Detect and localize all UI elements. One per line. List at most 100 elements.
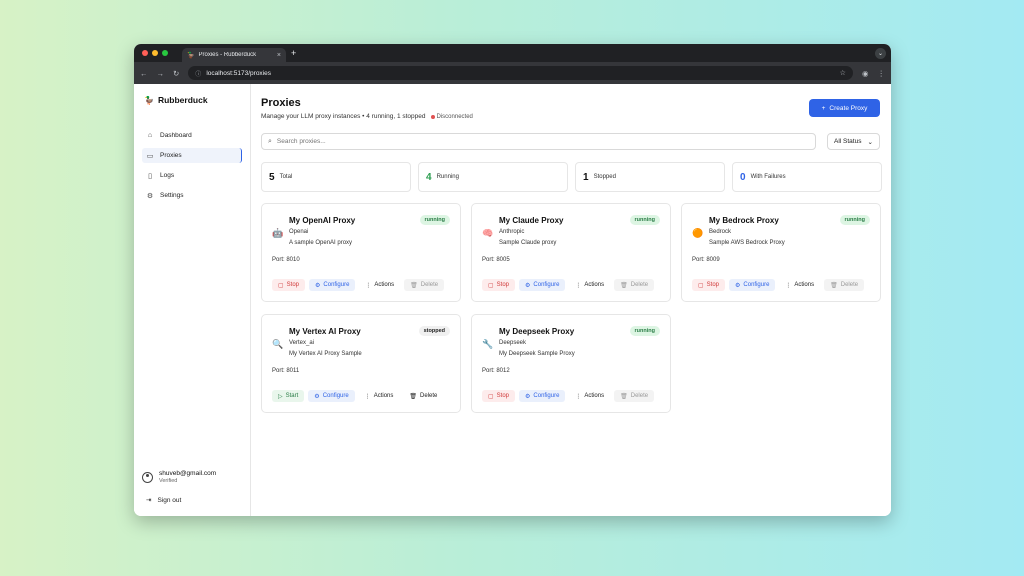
create-proxy-button[interactable]: + Create Proxy [809,99,880,117]
sidebar-menu: ⌂ Dashboard ▭ Proxies ▯ Logs ⚙ Settings [134,128,250,203]
kebab-icon: ⋮ [365,282,372,289]
window-controls [142,50,168,56]
status-filter-select[interactable]: All Status ⌄ [827,133,880,150]
reload-icon[interactable]: ↻ [173,69,179,78]
site-info-icon[interactable]: ⓘ [195,69,201,78]
configure-button[interactable]: ⚙ Configure [729,279,776,291]
delete-label: Delete [840,282,859,288]
subtitle-text: Manage your LLM proxy instances • 4 runn… [261,113,426,120]
kebab-icon: ⋮ [575,393,582,400]
back-arrow-icon[interactable]: ← [140,69,148,78]
bookmark-star-icon[interactable]: ☆ [840,69,846,77]
close-tab-icon[interactable]: × [277,52,281,59]
stop-icon: ▢ [698,282,704,289]
proxy-description: A sample OpenAI proxy [289,240,353,246]
stop-icon: ▢ [488,393,494,400]
stop-label: Stop [706,282,720,288]
start-button[interactable]: ▷ Start [272,390,305,402]
main-content: Proxies Manage your LLM proxy instances … [251,84,891,516]
actions-label: Actions [584,282,605,288]
user-email: shuveb@gmail.com [159,470,217,477]
actions-button[interactable]: ⋮ Actions [359,279,400,291]
maximize-window-button[interactable] [162,50,168,56]
minimize-window-button[interactable] [152,50,158,56]
gear-icon: ⚙ [314,393,320,400]
delete-button[interactable]: 🗑 Delete [404,279,445,291]
gear-icon: ⚙ [315,282,321,289]
stop-button[interactable]: ▢ Stop [482,279,516,291]
stop-button[interactable]: ▢ Stop [272,279,306,291]
browser-window: 🦆 Proxies - Rubberduck × + ⌄ ← → ↻ ⓘ loc… [134,44,891,516]
duck-logo-icon: 🦆 [144,95,154,105]
connection-status: Disconnected [430,114,473,120]
create-proxy-label: Create Proxy [829,104,868,112]
tab-title: Proxies - Rubberduck [198,52,257,58]
configure-button[interactable]: ⚙ Configure [309,279,356,291]
browser-tab[interactable]: 🦆 Proxies - Rubberduck × [182,48,286,62]
duck-favicon-icon: 🦆 [187,52,195,59]
card-actions: ▢ Stop ⚙ Configure ⋮ Actions 🗑 Delete [482,279,655,291]
configure-button[interactable]: ⚙ Configure [519,390,566,402]
new-tab-button[interactable]: + [291,48,296,58]
brand[interactable]: 🦆 Rubberduck [134,84,250,116]
delete-button[interactable]: 🗑 Delete [614,279,655,291]
home-icon: ⌂ [147,132,153,139]
search-input[interactable] [276,138,809,145]
stats-row: 5 Total 4 Running 1 Stopped 0 With Failu… [261,162,882,192]
user-profile[interactable]: shuveb@gmail.com Verified [142,470,216,484]
kebab-icon: ⋮ [785,282,792,289]
brain-icon: 🧠 [482,228,494,238]
url-field[interactable]: ⓘ localhost:5173/proxies ☆ [188,66,853,80]
forward-arrow-icon[interactable]: → [157,69,165,78]
server-icon: ▭ [146,152,154,160]
proxy-card: My Vertex AI Proxy stopped 🔍 Vertex_ai M… [261,314,461,413]
configure-button[interactable]: ⚙ Configure [519,279,566,291]
actions-label: Actions [794,282,815,288]
actions-button[interactable]: ⋮ Actions [359,390,400,402]
proxy-provider: Anthropic [499,229,525,235]
tab-search-icon[interactable]: ⌄ [875,48,886,59]
start-label: Start [285,393,299,399]
proxy-port: Port: 8012 [482,368,510,374]
proxy-card: My OpenAI Proxy running 🤖 Openai A sampl… [261,203,461,302]
stop-button[interactable]: ▢ Stop [482,390,516,402]
actions-button[interactable]: ⋮ Actions [569,279,610,291]
delete-label: Delete [630,393,649,399]
browser-menu-icon[interactable]: ⋮ [878,69,886,78]
delete-button[interactable]: 🗑 Delete [824,279,865,291]
actions-button[interactable]: ⋮ Actions [569,390,610,402]
sidebar-item-logs[interactable]: ▯ Logs [142,168,242,183]
profile-icon[interactable]: ◉ [862,69,869,78]
brand-name: Rubberduck [157,95,208,105]
trash-icon: 🗑 [409,393,418,400]
page-title: Proxies [261,97,301,109]
close-window-button[interactable] [142,50,148,56]
proxy-description: Sample Claude proxy [499,240,557,246]
actions-label: Actions [374,282,395,288]
magnifier-icon: 🔍 [272,339,284,349]
delete-button[interactable]: 🗑 Delete [403,390,443,402]
stat-stopped: 1 Stopped [575,162,725,192]
sign-out-button[interactable]: ⇥ Sign out [146,496,181,505]
configure-label: Configure [322,393,349,399]
stat-value: 5 [269,171,275,183]
proxy-provider: Vertex_ai [289,340,315,346]
search-box: ⌕ [261,133,816,150]
card-actions: ▢ Stop ⚙ Configure ⋮ Actions 🗑 Delete [272,279,445,291]
delete-button[interactable]: 🗑 Delete [614,390,655,402]
status-badge: stopped [418,326,450,336]
sidebar-item-proxies[interactable]: ▭ Proxies [142,148,242,163]
stop-button[interactable]: ▢ Stop [692,279,726,291]
user-status: Verified [159,478,178,484]
proxy-card: My Bedrock Proxy running 🟠 Bedrock Sampl… [681,203,881,302]
configure-button[interactable]: ⚙ Configure [308,390,355,402]
file-icon: ▯ [148,172,152,180]
stop-icon: ▢ [278,282,284,289]
sidebar-item-settings[interactable]: ⚙ Settings [142,188,242,203]
stop-icon: ▢ [488,282,494,289]
page-subtitle: Manage your LLM proxy instances • 4 runn… [261,113,473,120]
sidebar-item-dashboard[interactable]: ⌂ Dashboard [142,128,242,143]
stop-label: Stop [496,282,510,288]
trash-icon: 🗑 [620,393,628,400]
actions-button[interactable]: ⋮ Actions [779,279,820,291]
